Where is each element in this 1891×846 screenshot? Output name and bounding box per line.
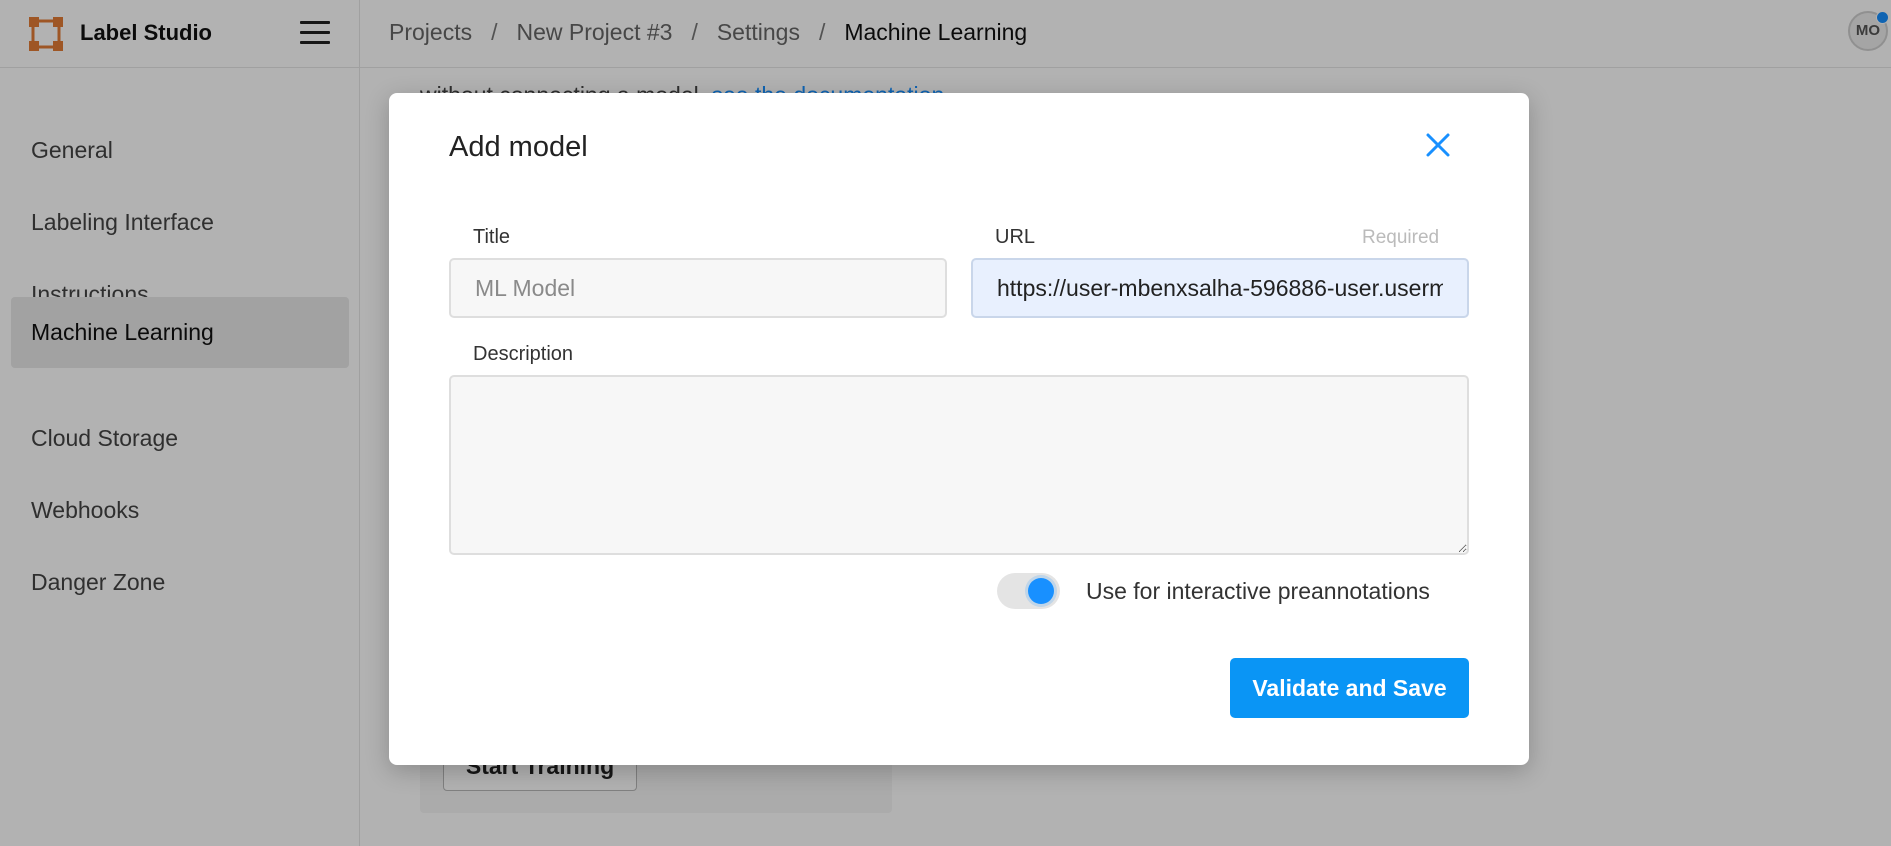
close-icon[interactable] <box>1423 130 1453 160</box>
title-input[interactable] <box>449 258 947 318</box>
url-label: URL <box>995 226 1036 248</box>
toggle-knob <box>1028 578 1054 604</box>
description-textarea[interactable] <box>449 375 1469 555</box>
url-input[interactable] <box>971 258 1469 318</box>
add-model-modal: Add model Title URL Required Description… <box>389 93 1529 765</box>
modal-title: Add model <box>449 131 588 163</box>
validate-and-save-button[interactable]: Validate and Save <box>1230 658 1469 718</box>
interactive-preannotations-toggle[interactable] <box>997 573 1060 609</box>
description-label: Description <box>473 343 574 365</box>
url-required-hint: Required <box>1362 227 1440 248</box>
interactive-preannotations-label: Use for interactive preannotations <box>1086 578 1430 604</box>
title-label: Title <box>473 226 511 248</box>
